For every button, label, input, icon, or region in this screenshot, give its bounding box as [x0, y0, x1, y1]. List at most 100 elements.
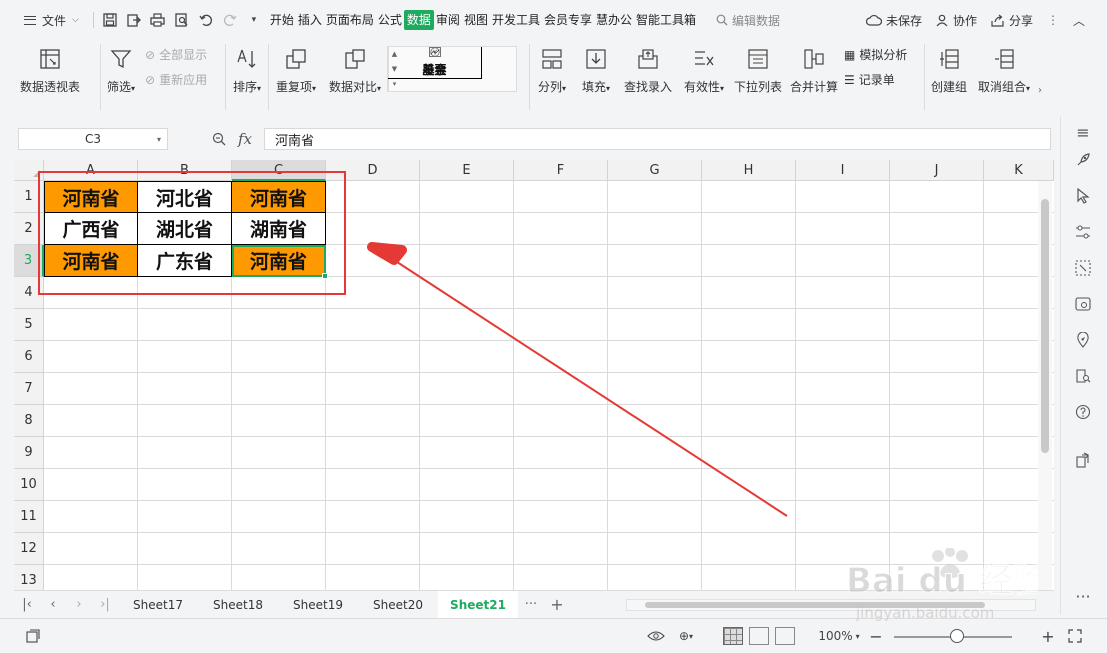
zoom-level-button[interactable]: 100% ▾ [814, 627, 864, 645]
tab-member[interactable]: 会员专享 [542, 10, 594, 30]
collaborate-button[interactable]: 协作 [936, 12, 977, 29]
unsaved-status[interactable]: 未保存 [865, 12, 922, 29]
dropdown-list-button[interactable]: 下拉列表 [730, 40, 786, 116]
row-header-11[interactable]: 11 [14, 501, 44, 533]
column-header-i[interactable]: I [796, 160, 890, 181]
data-compare-button[interactable]: 数据对比▾ [323, 40, 387, 116]
redo-icon[interactable] [218, 8, 242, 32]
column-header-k[interactable]: K [984, 160, 1054, 181]
vertical-scrollbar[interactable] [1038, 181, 1052, 590]
zoom-out-button[interactable]: − [868, 627, 884, 646]
eye-protection-icon[interactable] [646, 627, 666, 645]
save-icon[interactable] [98, 8, 122, 32]
print-icon[interactable] [146, 8, 170, 32]
cursor-icon[interactable] [1068, 184, 1098, 208]
column-header-h[interactable]: H [702, 160, 796, 181]
more-icon[interactable]: ⋮ [1047, 13, 1059, 27]
tab-page-layout[interactable]: 页面布局 [324, 10, 376, 30]
column-header-j[interactable]: J [890, 160, 984, 181]
macro-record-icon[interactable] [24, 627, 42, 645]
next-sheet-icon[interactable]: › [66, 591, 92, 619]
insert-function-button[interactable]: fx [238, 130, 252, 148]
ungroup-button[interactable]: 取消组合▾ [973, 40, 1035, 116]
more-sheets-icon[interactable]: ··· [518, 591, 544, 619]
filter-button[interactable]: 筛选▾ [101, 40, 141, 116]
panel-menu-icon[interactable]: ≡ [1068, 120, 1098, 144]
tab-home[interactable]: 开始 [268, 10, 296, 30]
prev-sheet-icon[interactable]: ‹ [40, 591, 66, 619]
sheet-tab[interactable]: Sheet20 [358, 591, 438, 619]
pivot-panel-icon[interactable] [1068, 256, 1098, 280]
location-icon[interactable] [1068, 328, 1098, 352]
tab-smart-toolbox[interactable]: 智能工具箱 [634, 10, 698, 30]
create-group-button[interactable]: 创建组 [925, 40, 973, 116]
row-header-9[interactable]: 9 [14, 437, 44, 469]
page-break-view-button[interactable] [774, 627, 796, 645]
column-header-e[interactable]: E [420, 160, 514, 181]
zoom-in-button[interactable]: + [1040, 627, 1056, 646]
row-header-6[interactable]: 6 [14, 341, 44, 373]
export-icon[interactable] [122, 8, 146, 32]
row-header-10[interactable]: 10 [14, 469, 44, 501]
duplicates-button[interactable]: 重复项▾ [269, 40, 323, 116]
ribbon-scroll-right-icon[interactable]: › [1035, 40, 1045, 116]
sheet-tab[interactable]: Sheet19 [278, 591, 358, 619]
tab-data[interactable]: 数据 [403, 10, 434, 30]
row-header-12[interactable]: 12 [14, 533, 44, 565]
book-search-icon[interactable] [1068, 364, 1098, 388]
consolidate-button[interactable]: 合并计算 [786, 40, 842, 116]
share-doc-icon[interactable] [1068, 448, 1098, 472]
validity-button[interactable]: 有效性▾ [678, 40, 730, 116]
sliders-icon[interactable] [1068, 220, 1098, 244]
fullscreen-icon[interactable] [1066, 627, 1084, 645]
tab-view[interactable]: 视图 [462, 10, 490, 30]
last-sheet-icon[interactable]: ›| [92, 591, 118, 619]
help-icon[interactable] [1068, 400, 1098, 424]
search-command[interactable]: 编辑数据 [716, 12, 780, 29]
funds-button[interactable]: 基金 [388, 47, 482, 79]
row-header-7[interactable]: 7 [14, 373, 44, 405]
row-header-5[interactable]: 5 [14, 309, 44, 341]
column-header-g[interactable]: G [608, 160, 702, 181]
normal-view-button[interactable] [722, 627, 744, 645]
what-if-analysis-button[interactable]: ▦ 模拟分析 [844, 46, 924, 63]
worksheet-grid[interactable]: A B C D E F G H I J K 1 2 3 4 5 6 7 8 9 … [14, 160, 1054, 590]
tab-insert[interactable]: 插入 [296, 10, 324, 30]
print-preview-icon[interactable] [170, 8, 194, 32]
tab-review[interactable]: 审阅 [434, 10, 462, 30]
sort-button[interactable]: 排序▾ [226, 40, 268, 116]
reapply-button[interactable]: ⊘ 重新应用 [145, 71, 225, 88]
sheet-tab[interactable]: Sheet17 [118, 591, 198, 619]
fill-button[interactable]: 填充▾ [574, 40, 618, 116]
undo-icon[interactable] [194, 8, 218, 32]
zoom-slider-knob[interactable] [949, 629, 964, 643]
image-tool-icon[interactable] [1068, 292, 1098, 316]
split-column-button[interactable]: 分列▾ [530, 40, 574, 116]
collapse-ribbon-icon[interactable]: ︿ [1073, 12, 1085, 29]
quick-access-dropdown-icon[interactable]: ▾ [242, 8, 266, 32]
tab-smart-office[interactable]: 慧办公 [594, 10, 634, 30]
more-options-icon[interactable]: ··· [1068, 584, 1098, 608]
formula-input[interactable]: 河南省 [264, 128, 1051, 150]
sheet-tab[interactable]: Sheet18 [198, 591, 278, 619]
file-menu-button[interactable]: 文件 ⌵ [0, 0, 89, 40]
share-button[interactable]: 分享 [991, 12, 1033, 29]
record-sheet-button[interactable]: ☰ 记录单 [844, 71, 924, 88]
row-header-8[interactable]: 8 [14, 405, 44, 437]
lookup-entry-button[interactable]: 查找录入 [618, 40, 678, 116]
first-sheet-icon[interactable]: |‹ [14, 591, 40, 619]
pivot-table-button[interactable]: 数据透视表 [0, 40, 100, 116]
add-sheet-icon[interactable]: + [544, 591, 570, 619]
column-header-f[interactable]: F [514, 160, 608, 181]
name-box[interactable]: C3 ▾ [18, 128, 168, 150]
rocket-icon[interactable] [1068, 148, 1098, 172]
page-layout-view-button[interactable] [748, 627, 770, 645]
tab-formulas[interactable]: 公式 [376, 10, 404, 30]
layout-options-icon[interactable]: ⊕ ▾ [672, 627, 700, 645]
row-header-13[interactable]: 13 [14, 565, 44, 590]
zoom-search-icon[interactable] [212, 132, 226, 146]
scroll-thumb[interactable] [1041, 199, 1049, 453]
sheet-tab-active[interactable]: Sheet21 [438, 590, 518, 619]
show-all-button[interactable]: ⊘ 全部显示 [145, 46, 225, 63]
tab-developer[interactable]: 开发工具 [490, 10, 542, 30]
